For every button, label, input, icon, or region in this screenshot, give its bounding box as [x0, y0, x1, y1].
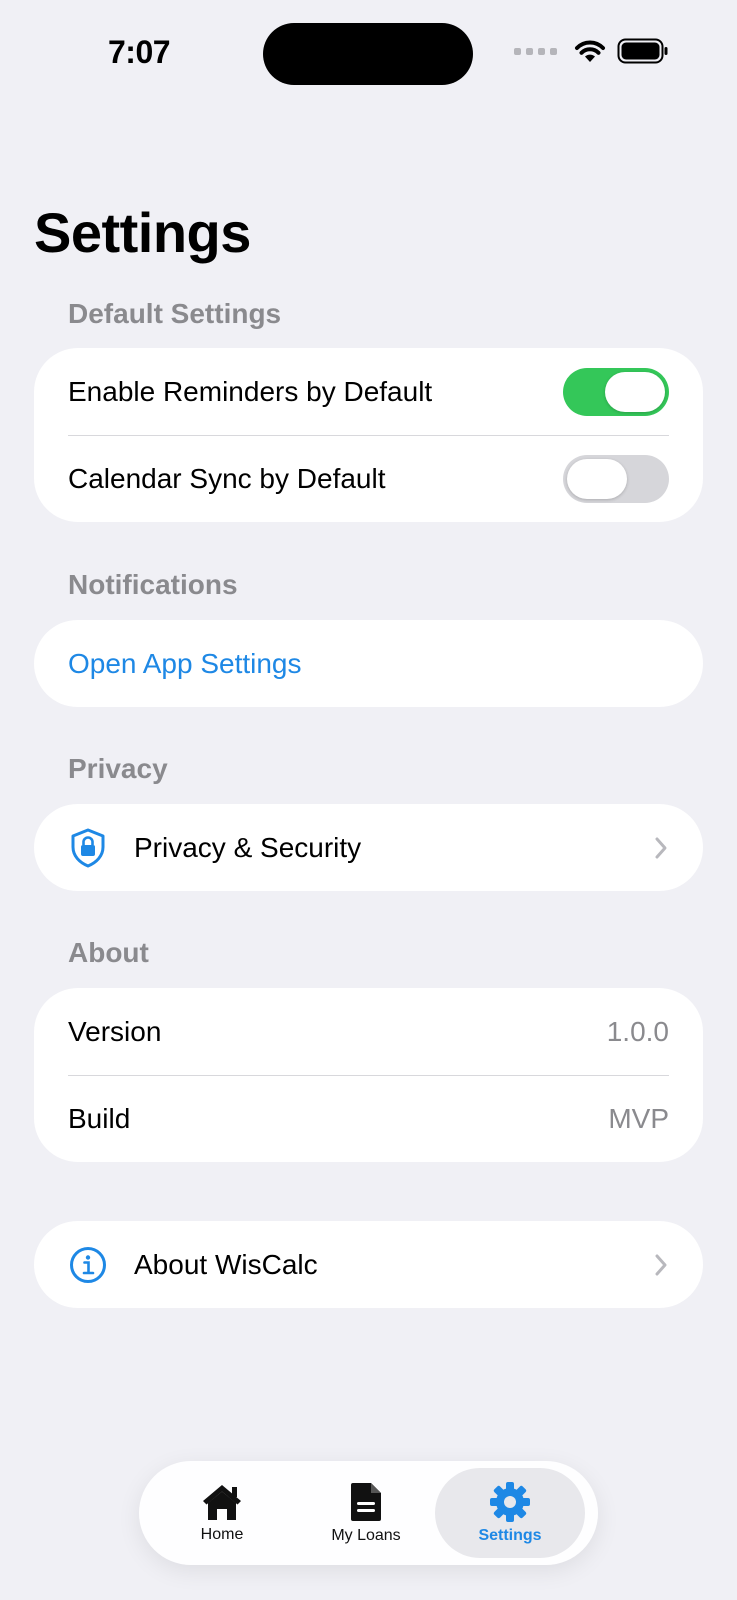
version-label: Version — [68, 1015, 162, 1047]
page-title: Settings — [34, 201, 251, 264]
about-app-group: About WisCalc — [34, 1221, 703, 1308]
calendar-sync-row: Calendar Sync by Default — [34, 435, 703, 522]
privacy-security-row[interactable]: Privacy & Security — [34, 804, 703, 891]
status-time: 7:07 — [108, 34, 171, 70]
section-header-about: About — [68, 937, 149, 968]
tab-settings[interactable]: Settings — [435, 1468, 585, 1558]
toggle-knob — [567, 458, 627, 499]
default-settings-group: Enable Reminders by Default Calendar Syn… — [34, 348, 703, 522]
status-icons — [514, 38, 669, 64]
tab-bar: Home My Loans Settings — [139, 1461, 598, 1565]
about-group: Version 1.0.0 Build MVP — [34, 988, 703, 1162]
document-icon — [351, 1483, 381, 1521]
privacy-security-label: Privacy & Security — [134, 831, 362, 863]
calendar-sync-label: Calendar Sync by Default — [68, 462, 386, 494]
privacy-group: Privacy & Security — [34, 804, 703, 891]
about-wiscalc-row[interactable]: About WisCalc — [34, 1221, 703, 1308]
tab-home-label: Home — [200, 1526, 244, 1543]
build-row: Build MVP — [34, 1075, 703, 1162]
gear-icon — [490, 1482, 530, 1522]
status-bar: 7:07 — [0, 0, 737, 110]
tab-my-loans[interactable]: My Loans — [291, 1468, 441, 1558]
chevron-right-icon — [655, 837, 667, 858]
section-header-default-settings: Default Settings — [68, 298, 282, 329]
calendar-sync-toggle[interactable] — [563, 454, 669, 503]
battery-icon — [617, 38, 668, 64]
info-icon — [68, 1245, 108, 1285]
toggle-knob — [605, 371, 665, 412]
shield-lock-icon — [68, 828, 108, 868]
notifications-group: Open App Settings — [34, 620, 703, 707]
section-header-privacy: Privacy — [68, 753, 168, 784]
version-value: 1.0.0 — [606, 1015, 669, 1047]
section-header-notifications: Notifications — [68, 569, 238, 600]
dynamic-island — [263, 23, 473, 85]
tab-my-loans-label: My Loans — [331, 1527, 401, 1544]
about-wiscalc-label: About WisCalc — [134, 1248, 318, 1280]
enable-reminders-toggle[interactable] — [563, 367, 669, 416]
enable-reminders-row: Enable Reminders by Default — [34, 348, 703, 435]
open-app-settings-button[interactable]: Open App Settings — [34, 620, 703, 707]
enable-reminders-label: Enable Reminders by Default — [68, 375, 433, 407]
build-value: MVP — [608, 1102, 669, 1134]
home-icon — [203, 1485, 241, 1520]
build-label: Build — [68, 1102, 131, 1134]
wifi-icon — [575, 40, 605, 62]
version-row: Version 1.0.0 — [34, 988, 703, 1075]
cellular-signal-icon — [514, 47, 557, 55]
tab-home[interactable]: Home — [147, 1468, 297, 1558]
chevron-right-icon — [655, 1254, 667, 1275]
tab-settings-label: Settings — [478, 1527, 542, 1544]
open-app-settings-label: Open App Settings — [68, 647, 302, 679]
